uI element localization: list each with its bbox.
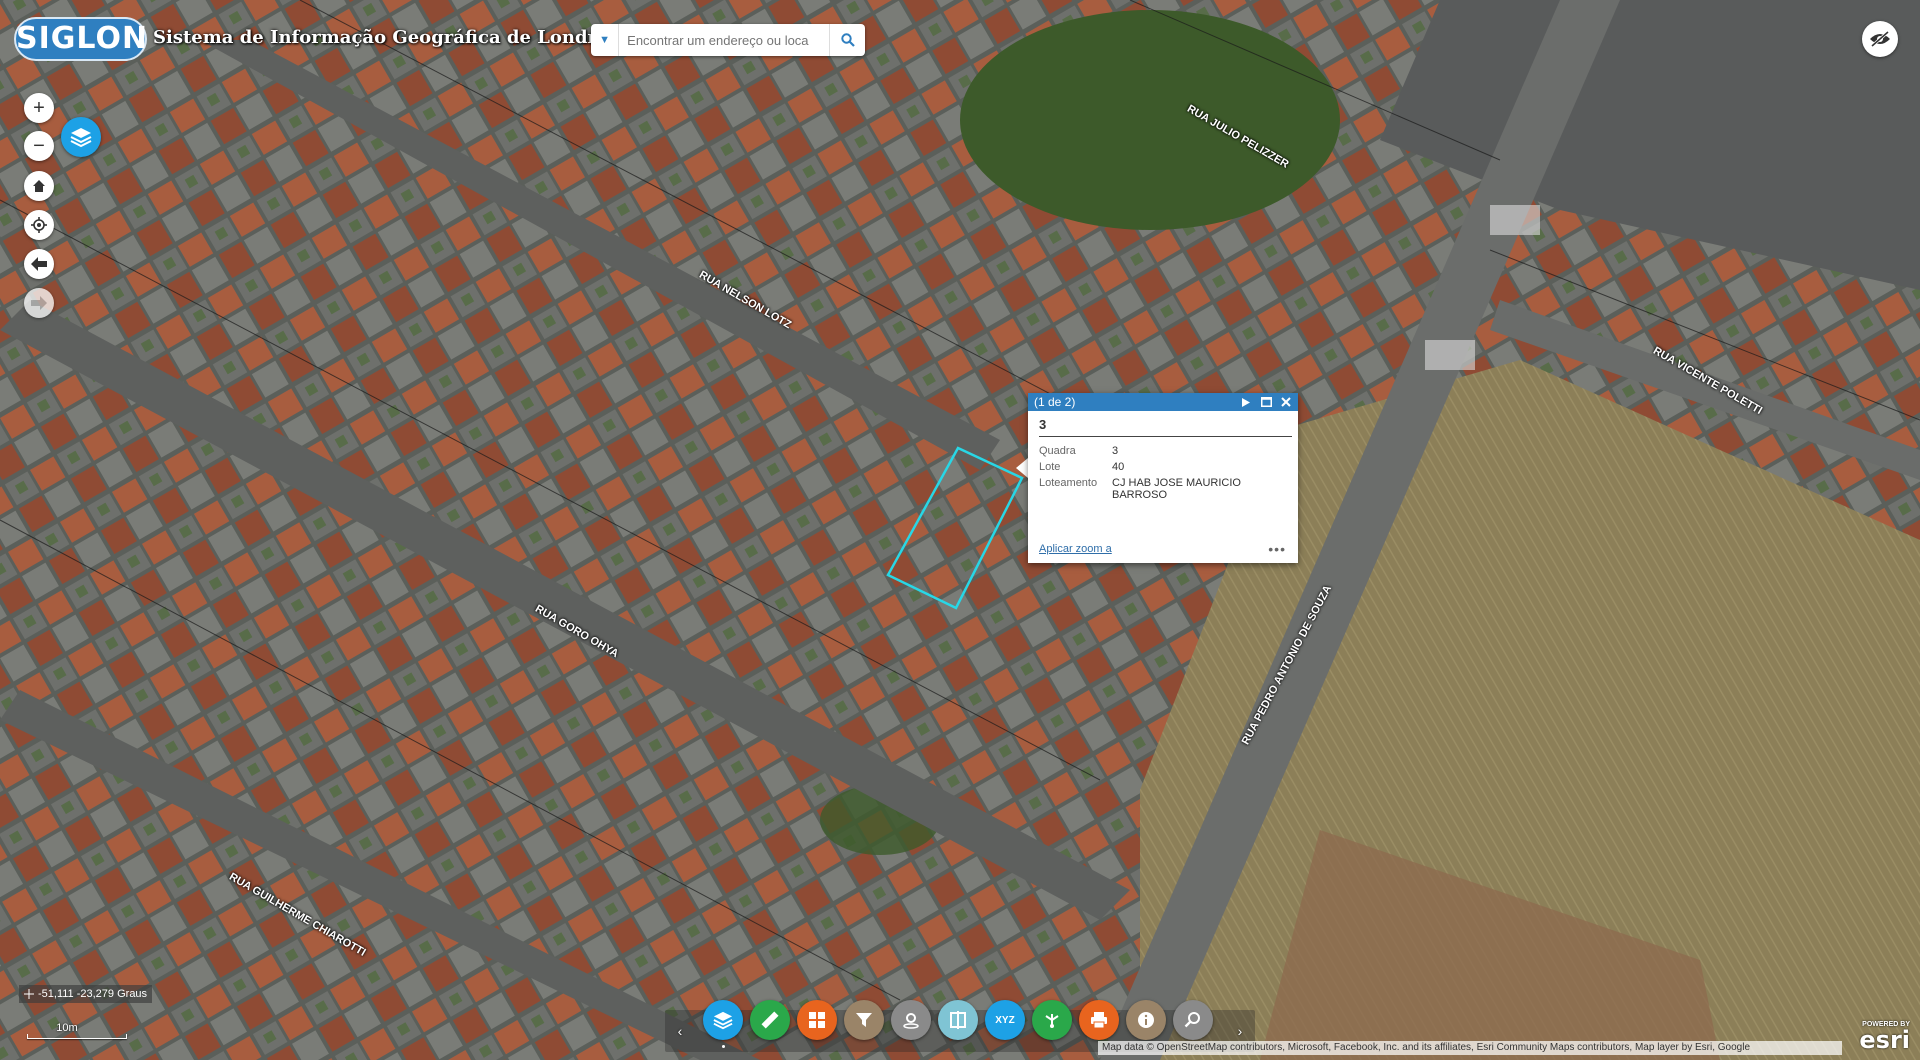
search-widget: ▼ [591,24,865,56]
scale-label: 10m [56,1022,78,1034]
close-icon [1281,397,1291,407]
grid-icon [809,1012,825,1028]
layers-icon [70,128,92,148]
eye-slash-icon [1870,31,1890,47]
popup-footer: Aplicar zoom a ••• [1039,541,1286,557]
filter-tool-button[interactable] [844,1000,884,1040]
crosshair-icon [24,989,34,999]
attribute-value: 3 [1112,445,1119,457]
more-options-button[interactable]: ••• [1268,541,1286,557]
filter-icon [856,1013,872,1027]
attribute-value: 40 [1112,461,1125,473]
map-attribution: Map data © OpenStreetMap contributors, M… [1098,1041,1842,1055]
plus-icon: + [33,97,45,119]
caret-down-icon: ▼ [599,34,611,46]
attribute-label: Loteamento [1039,477,1098,489]
zoom-out-button[interactable]: − [24,131,54,161]
attribute-label: Quadra [1039,445,1076,457]
layer-list-button[interactable] [61,117,101,157]
popup-maximize-button[interactable] [1258,394,1274,410]
pin-icon [903,1013,919,1029]
coordinate-readout[interactable]: -51,111 -23,279 Graus [19,985,153,1003]
search-button[interactable] [829,24,865,56]
coordinate-text: -51,111 -23,279 Graus [38,988,148,1000]
feature-popup: (1 de 2) 3 Quadra 3 Lote 40 Loteamento C… [1028,393,1298,563]
locate-button[interactable] [24,210,54,240]
attribute-label: Lote [1039,461,1061,473]
printer-icon [1091,1012,1107,1029]
layers-tool-button[interactable] [703,1000,743,1040]
arrow-left-icon [31,257,47,271]
swipe-icon [950,1011,966,1029]
attribute-row: Lote 40 [1039,459,1287,475]
toggle-ui-button[interactable] [1862,21,1898,57]
attribute-value: CJ HAB JOSE MAURICIO BARROSO [1112,477,1241,501]
arrow-right-icon [31,296,47,310]
magnifier-icon [1184,1012,1200,1028]
basemap-gallery-button[interactable] [797,1000,837,1040]
search-source-dropdown[interactable]: ▼ [591,24,620,56]
info-icon [1138,1012,1154,1028]
play-icon [1242,397,1250,407]
scale-bar: 10m [27,1022,127,1039]
ruler-icon [761,1011,779,1029]
previous-extent-button[interactable] [24,249,54,279]
app-title: Sistema de Informação Geográfica de Lond… [153,27,629,48]
zoom-in-button[interactable]: + [24,93,54,123]
xyz-label: XYZ [995,1014,1015,1026]
esri-logo: POWERED BY esri [1852,1021,1910,1057]
map-view[interactable] [0,0,1920,1060]
gps-tool-button[interactable] [891,1000,931,1040]
chevron-left-icon: ‹ [677,1023,683,1039]
popup-header: (1 de 2) [1028,393,1298,411]
scale-line [27,1034,127,1039]
network-tool-button[interactable] [1032,1000,1072,1040]
crosshair-icon [31,217,47,233]
active-indicator [722,1045,725,1048]
popup-close-button[interactable] [1278,394,1294,410]
satellite-imagery [0,0,1920,1060]
popup-next-button[interactable] [1238,394,1254,410]
zoom-to-link[interactable]: Aplicar zoom a [1039,543,1112,555]
home-button[interactable] [24,171,54,201]
next-extent-button[interactable] [24,288,54,318]
zoom-search-tool-button[interactable] [1173,1000,1213,1040]
about-tool-button[interactable] [1126,1000,1166,1040]
network-icon [1045,1014,1059,1028]
home-icon [33,180,45,192]
xyz-tool-button[interactable]: XYZ [985,1000,1025,1040]
measure-tool-button[interactable] [750,1000,790,1040]
esri-wordmark: esri [1859,1026,1910,1054]
popup-title: 3 [1039,417,1292,437]
layers-icon [713,1011,733,1030]
search-icon [840,33,855,47]
search-input[interactable] [619,26,830,54]
maximize-icon [1260,397,1272,407]
print-tool-button[interactable] [1079,1000,1119,1040]
chevron-right-icon: › [1237,1023,1243,1039]
attribute-row: Loteamento CJ HAB JOSE MAURICIO BARROSO [1039,475,1287,503]
minus-icon: − [33,135,45,157]
siglon-logo: SIGLON [14,17,147,61]
attribute-row: Quadra 3 [1039,443,1287,459]
toolbar-prev-button[interactable]: ‹ [668,1010,692,1052]
popup-attributes: Quadra 3 Lote 40 Loteamento CJ HAB JOSE … [1039,443,1287,503]
popup-pager: (1 de 2) [1034,395,1076,409]
popup-pointer [1016,458,1028,478]
swipe-tool-button[interactable] [938,1000,978,1040]
